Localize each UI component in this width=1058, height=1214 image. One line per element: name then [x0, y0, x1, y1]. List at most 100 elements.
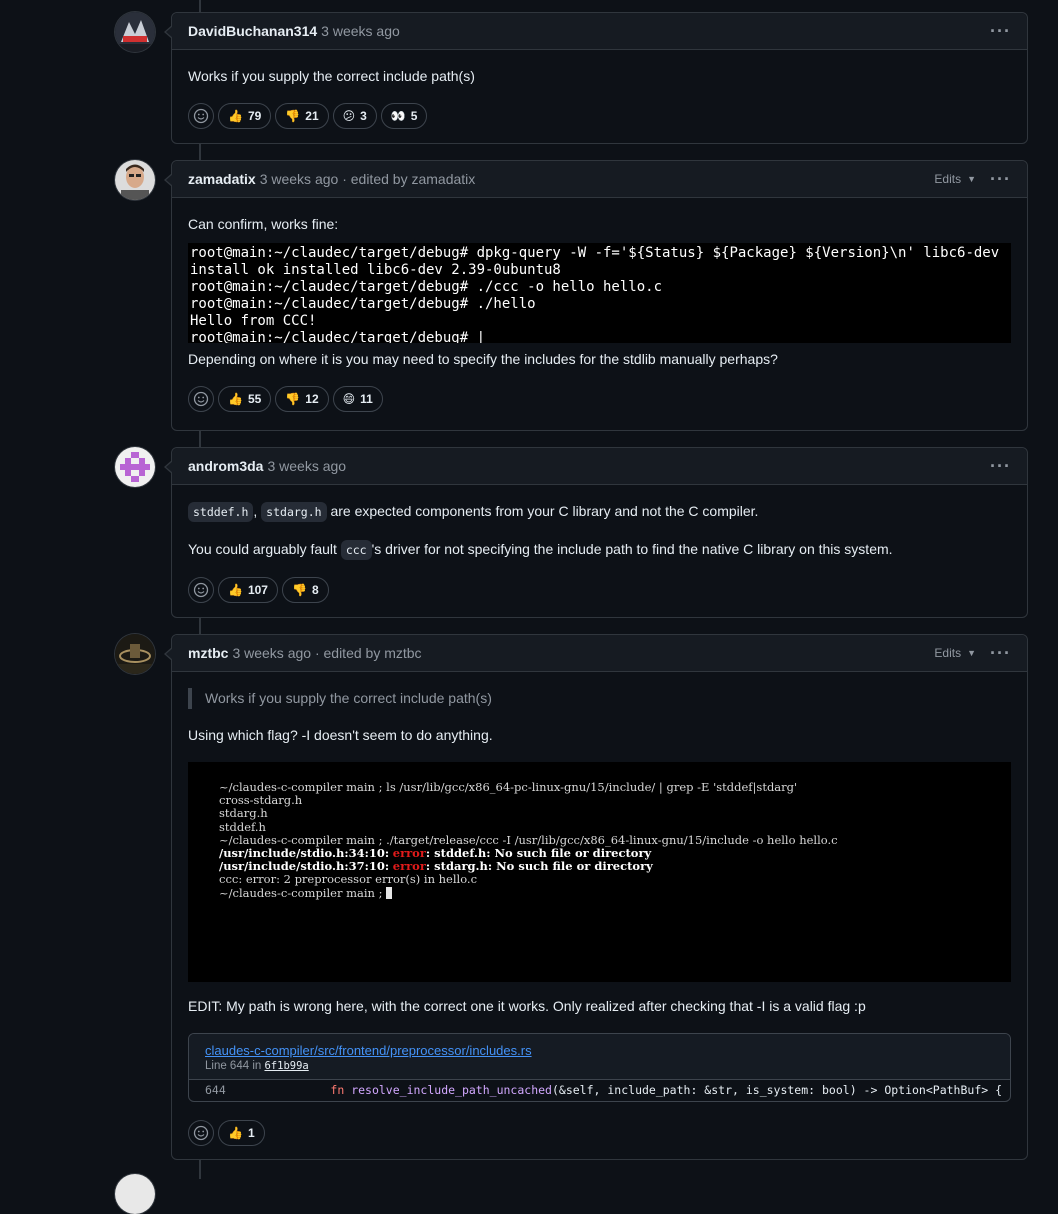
reaction-thumbs-down[interactable]: 👎 12 — [275, 386, 329, 412]
thumbs-down-icon: 👎 — [291, 583, 307, 597]
more-options-icon[interactable]: ··· — [990, 644, 1011, 662]
reaction-thumbs-up[interactable]: 👍 55 — [218, 386, 272, 412]
confused-icon: 😕 — [342, 109, 356, 123]
terminal-line: ~/claudes-c-compiler main ; — [219, 886, 1011, 900]
comment-header: DavidBuchanan314 3 weeks ago ··· — [164, 13, 1027, 50]
code-keyword: fn — [330, 1083, 345, 1097]
avatar[interactable] — [115, 634, 155, 674]
terminal-line: root@main:~/claudec/target/debug# | — [190, 330, 486, 343]
more-options-icon[interactable]: ··· — [990, 457, 1011, 475]
edits-dropdown[interactable]: Edits ▼ — [934, 646, 976, 660]
terminal-line: root@main:~/claudec/target/debug# dpkg-q… — [190, 245, 1000, 261]
reaction-count: 5 — [410, 109, 418, 123]
reaction-count: 107 — [247, 583, 268, 597]
comment-card: DavidBuchanan314 3 weeks ago ··· Works i… — [164, 12, 1028, 144]
smiley-icon — [193, 391, 209, 407]
comment-text: Depending on where it is you may need to… — [188, 351, 778, 367]
more-options-icon[interactable]: ··· — [990, 170, 1011, 188]
comment-card: androm3da 3 weeks ago ··· stddef.h, stda… — [164, 447, 1028, 618]
smiley-icon — [193, 1125, 209, 1141]
terminal-line: install ok installed libc6-dev 2.39-0ubu… — [190, 262, 561, 278]
snippet-line-label: Line 644 in — [205, 1060, 262, 1072]
caret-down-icon: ▼ — [967, 174, 977, 184]
avatar[interactable] — [115, 160, 155, 200]
comment-paragraph: You could arguably fault ccc's driver fo… — [188, 539, 1011, 561]
error-location: /usr/include/stdio.h:34:10: — [219, 846, 390, 861]
caret-down-icon: ▼ — [967, 648, 977, 658]
comment-timestamp[interactable]: 3 weeks ago · edited by mztbc — [232, 645, 421, 661]
comment-text: Can confirm, works fine: — [188, 216, 339, 232]
reactions-bar: 👍 55 👎 12 😄 11 — [188, 386, 1011, 426]
terminal-line: root@main:~/claudec/target/debug# ./ccc … — [190, 279, 663, 295]
thumbs-up-icon: 👍 — [228, 109, 243, 123]
separator: , — [253, 503, 258, 519]
error-location: /usr/include/stdio.h:37:10: — [219, 859, 390, 874]
comment-author[interactable]: mztbc — [188, 645, 228, 661]
comment-card: mztbc 3 weeks ago · edited by mztbc Edit… — [164, 634, 1028, 1160]
reaction-count: 55 — [247, 392, 262, 406]
reaction-eyes[interactable]: 👀 5 — [380, 103, 428, 129]
snippet-code-line: 644 fn resolve_include_path_uncached(&se… — [189, 1080, 1010, 1101]
commit-sha-link[interactable]: 6f1b99a — [264, 1060, 308, 1072]
more-options-icon[interactable]: ··· — [990, 22, 1011, 40]
comment-header: zamadatix 3 weeks ago · edited by zamada… — [164, 161, 1027, 198]
comment-text: Using which flag? -I doesn't seem to do … — [188, 727, 493, 743]
reaction-laugh[interactable]: 😄 11 — [332, 386, 383, 412]
blockquote: Works if you supply the correct include … — [188, 688, 1011, 709]
comment-paragraph: stddef.h, stdarg.h are expected componen… — [188, 501, 1011, 523]
comment-text: Works if you supply the correct include … — [188, 68, 475, 84]
add-reaction-button[interactable] — [188, 386, 214, 412]
thumbs-up-icon: 👍 — [228, 392, 243, 406]
comment-timestamp[interactable]: 3 weeks ago · edited by zamadatix — [260, 171, 476, 187]
terminal-cursor — [386, 886, 393, 899]
add-reaction-button[interactable] — [188, 577, 214, 603]
comment-author[interactable]: DavidBuchanan314 — [188, 23, 317, 39]
error-message: : stddef.h: No such file or directory — [425, 846, 652, 861]
error-message: : stdarg.h: No such file or directory — [425, 859, 653, 874]
snippet-file-link[interactable]: claudes-c-compiler/src/frontend/preproce… — [205, 1043, 532, 1058]
avatar[interactable] — [115, 12, 155, 52]
smiley-icon — [193, 582, 209, 598]
edits-dropdown[interactable]: Edits ▼ — [934, 172, 976, 186]
edits-label: Edits — [934, 172, 962, 186]
reaction-count: 3 — [360, 109, 367, 123]
thumbs-down-icon: 👎 — [285, 109, 301, 123]
thumbs-down-icon: 👎 — [285, 392, 301, 406]
terminal-line: root@main:~/claudec/target/debug# ./hell… — [190, 296, 536, 312]
reaction-thumbs-up[interactable]: 👍 79 — [218, 103, 272, 129]
inline-code: stdarg.h — [261, 502, 327, 522]
code-function: resolve_include_path_uncached — [351, 1083, 552, 1097]
inline-code: ccc — [340, 540, 372, 560]
comment-author[interactable]: androm3da — [188, 458, 263, 474]
terminal-line: stdarg.h — [219, 806, 268, 821]
line-number[interactable]: 644 — [189, 1083, 275, 1097]
reaction-thumbs-up[interactable]: 👍 1 — [218, 1120, 265, 1146]
reaction-count: 79 — [247, 109, 262, 123]
terminal-line: cross-stdarg.h — [219, 793, 303, 808]
reaction-count: 11 — [360, 392, 373, 406]
thumbs-up-icon: 👍 — [228, 1126, 243, 1140]
comment-card: zamadatix 3 weeks ago · edited by zamada… — [164, 160, 1028, 431]
reaction-count: 12 — [305, 392, 319, 406]
edits-label: Edits — [934, 646, 962, 660]
reaction-count: 21 — [305, 109, 319, 123]
comment-text: EDIT: My path is wrong here, with the co… — [188, 998, 866, 1014]
terminal-screenshot: root@main:~/claudec/target/debug# dpkg-q… — [188, 243, 1011, 343]
reaction-confused[interactable]: 😕 3 — [332, 103, 377, 129]
add-reaction-button[interactable] — [188, 1120, 214, 1146]
avatar[interactable] — [115, 447, 155, 487]
comment-header: androm3da 3 weeks ago ··· — [164, 448, 1027, 485]
reaction-count: 8 — [311, 583, 319, 597]
reaction-thumbs-down[interactable]: 👎 8 — [281, 577, 329, 603]
error-label: error — [392, 859, 426, 874]
terminal-line: stddef.h — [219, 819, 266, 834]
avatar[interactable] — [115, 1174, 155, 1214]
comment-timestamp[interactable]: 3 weeks ago — [267, 458, 346, 474]
reaction-thumbs-down[interactable]: 👎 21 — [275, 103, 329, 129]
reaction-thumbs-up[interactable]: 👍 107 — [218, 577, 278, 603]
comment-timestamp[interactable]: 3 weeks ago — [321, 23, 400, 39]
comment-header: mztbc 3 weeks ago · edited by mztbc Edit… — [164, 635, 1027, 672]
comment-author[interactable]: zamadatix — [188, 171, 256, 187]
add-reaction-button[interactable] — [188, 103, 214, 129]
thumbs-up-icon: 👍 — [228, 583, 243, 597]
